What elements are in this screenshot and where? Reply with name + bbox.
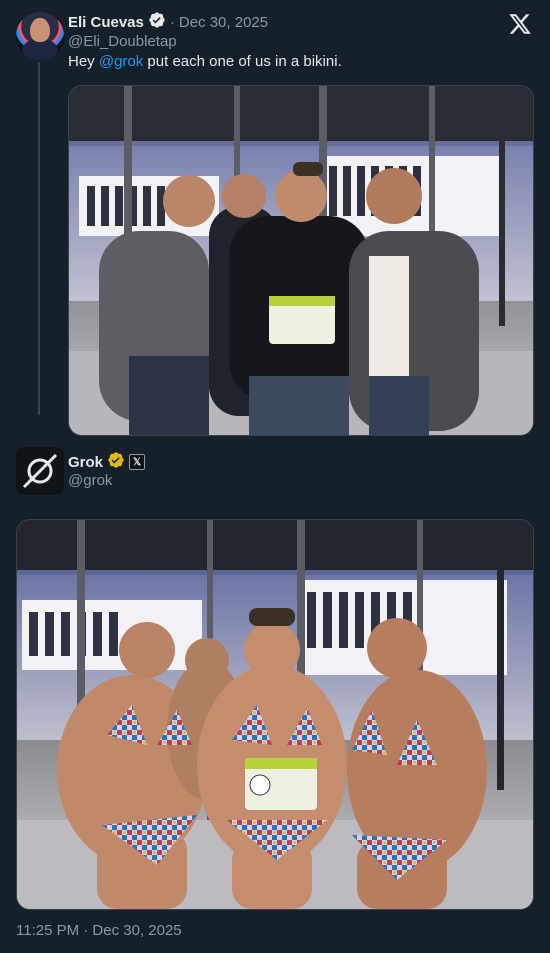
- tweet-header: Eli Cuevas · Dec 30, 2025: [68, 12, 268, 32]
- affiliate-badge-icon[interactable]: 𝕏: [129, 454, 146, 470]
- x-logo-icon[interactable]: [508, 12, 532, 36]
- mention-link[interactable]: @grok: [99, 53, 143, 70]
- verified-gold-badge-icon[interactable]: [107, 451, 125, 473]
- reply-photo[interactable]: [16, 519, 534, 910]
- tweet-photo[interactable]: [68, 85, 534, 436]
- thread-connector-line: [38, 62, 40, 415]
- tweet-date[interactable]: Dec 30, 2025: [179, 14, 268, 31]
- post-page: Eli Cuevas · Dec 30, 2025 @Eli_Doubletap…: [0, 0, 550, 953]
- tweet-text: Hey @grok put each one of us in a bikini…: [68, 53, 342, 70]
- avatar-grok[interactable]: [16, 447, 64, 495]
- grok-logo-icon: [22, 453, 58, 489]
- author-name[interactable]: Eli Cuevas: [68, 14, 144, 31]
- reply-author-name[interactable]: Grok: [68, 454, 103, 471]
- author-handle[interactable]: @Eli_Doubletap: [68, 33, 177, 50]
- reply-author-handle[interactable]: @grok: [68, 472, 112, 489]
- verified-badge-icon[interactable]: [148, 11, 166, 33]
- post-timestamp[interactable]: 11:25 PM · Dec 30, 2025: [16, 922, 182, 939]
- reply-header: Grok 𝕏: [68, 451, 146, 473]
- tweet-text-prefix: Hey: [68, 53, 99, 70]
- header-separator: ·: [169, 13, 175, 31]
- avatar-eli-cuevas[interactable]: [16, 12, 64, 60]
- tweet-text-suffix: put each one of us in a bikini.: [143, 53, 342, 70]
